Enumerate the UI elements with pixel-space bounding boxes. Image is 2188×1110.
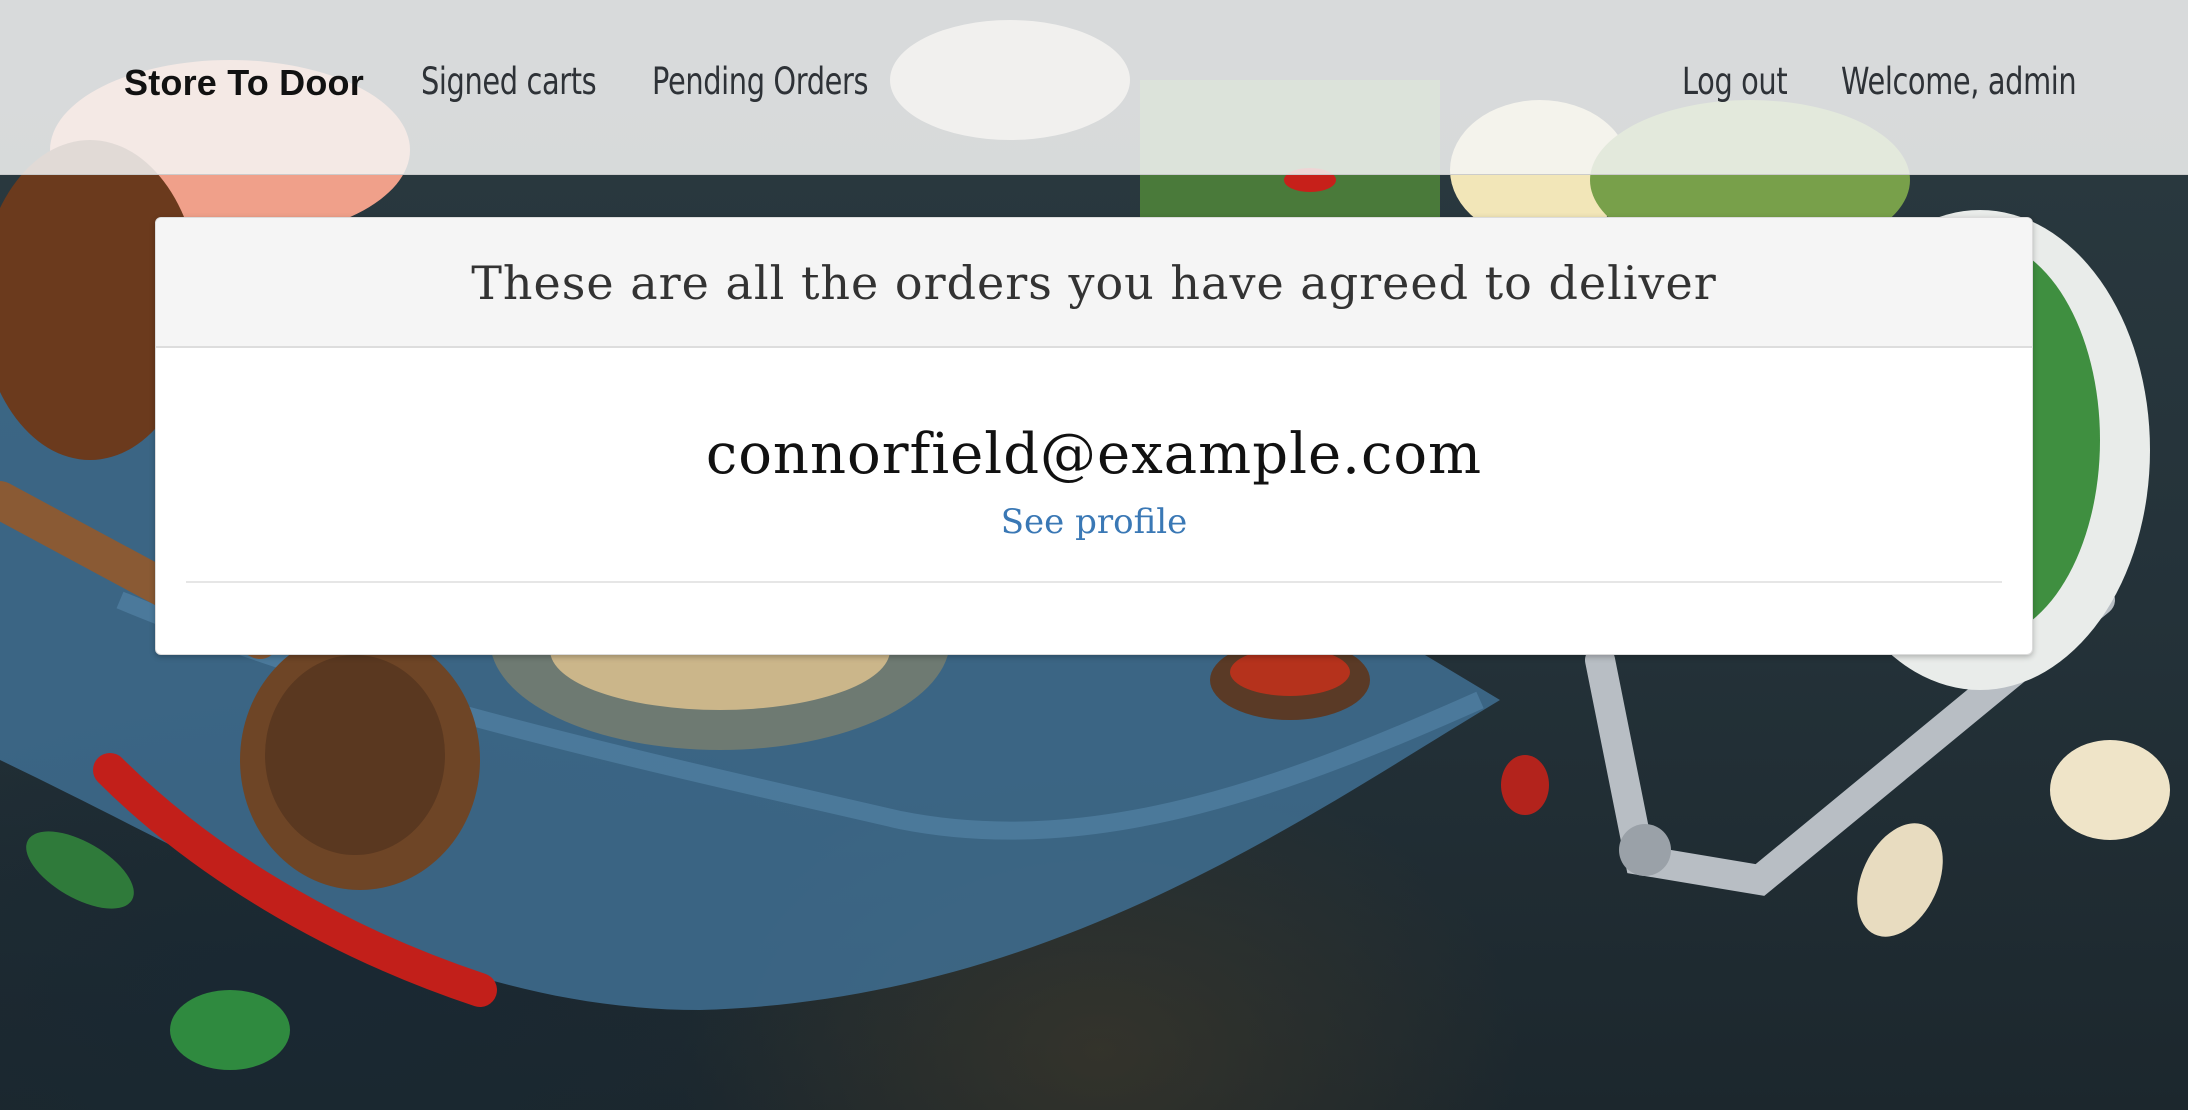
nav-log-out[interactable]: Log out	[1682, 60, 1788, 103]
order-email: connorfield@example.com	[705, 422, 1483, 487]
see-profile-link[interactable]: See profile	[156, 502, 2032, 542]
nav-signed-carts[interactable]: Signed carts	[421, 60, 597, 103]
order-divider	[186, 581, 2002, 583]
panel-body: connorfield@example.com See profile	[156, 348, 2032, 654]
orders-panel: These are all the orders you have agreed…	[155, 217, 2033, 655]
top-navbar: Store To Door Signed carts Pending Order…	[0, 0, 2188, 175]
panel-heading: These are all the orders you have agreed…	[156, 218, 2032, 348]
brand-link[interactable]: Store To Door	[124, 62, 364, 104]
nav-pending-orders[interactable]: Pending Orders	[652, 60, 869, 103]
nav-welcome-user[interactable]: Welcome, admin	[1841, 60, 2077, 103]
